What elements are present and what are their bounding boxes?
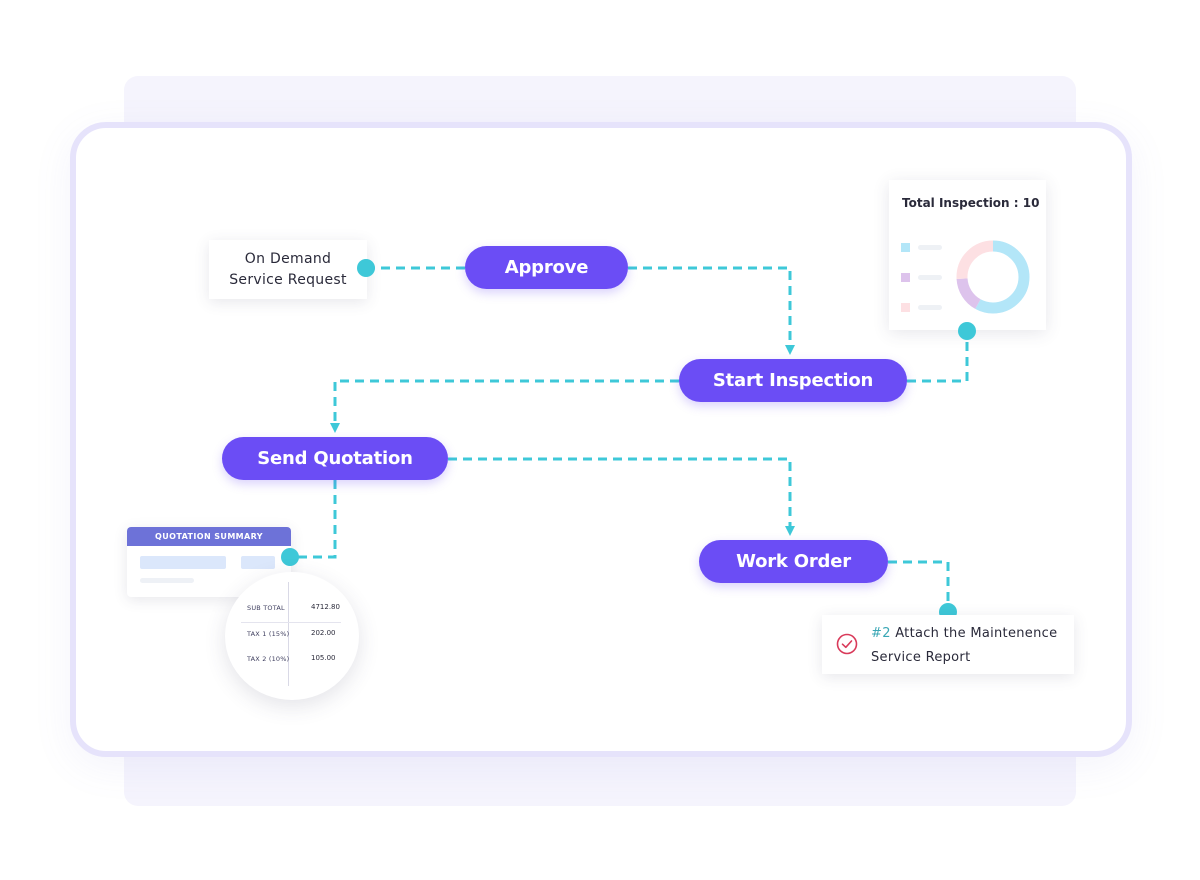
task-card[interactable]: #2 Attach the Maintenence Service Report [822, 615, 1074, 674]
connector-inspection-card [907, 331, 969, 383]
subtotal-value: 4712.80 [311, 603, 340, 611]
task-description: #2 Attach the Maintenence Service Report [871, 622, 1067, 670]
tax1-value: 202.00 [311, 629, 336, 637]
task-line-1: Attach the Maintenence [895, 626, 1058, 641]
legend-swatch-3 [901, 303, 910, 312]
task-line-2: Service Report [871, 650, 971, 665]
approve-button[interactable]: Approve [465, 246, 628, 289]
quotation-header: QUOTATION SUMMARY [127, 527, 291, 546]
tax1-label: TAX 1 (15%) [247, 630, 290, 638]
tax2-label: TAX 2 (10%) [247, 655, 290, 663]
subtotal-label: SUB TOTAL [247, 604, 285, 612]
tax2-value: 105.00 [311, 654, 336, 662]
connector-workorder-task [888, 560, 950, 612]
legend-line-3 [918, 305, 942, 310]
connector-quotation-workorder [448, 457, 795, 536]
totals-row-divider [241, 622, 341, 623]
legend-swatch-2 [901, 273, 910, 282]
start-inspection-button[interactable]: Start Inspection [679, 359, 907, 402]
request-line-1: On Demand [244, 250, 332, 267]
work-order-button[interactable]: Work Order [699, 540, 888, 583]
check-circle-icon [836, 633, 858, 655]
quotation-placeholder-bar [241, 556, 275, 569]
request-line-2: Service Request [229, 271, 347, 288]
service-request-card[interactable]: On Demand Service Request [209, 240, 367, 299]
legend-line-2 [918, 275, 942, 280]
flow-connectors [290, 266, 969, 612]
connector-dot-request [357, 259, 375, 277]
connector-dot-inspection [958, 322, 976, 340]
connector-quotation-card [290, 480, 337, 559]
inspection-summary-card: Total Inspection : 10 [889, 180, 1046, 330]
quotation-totals-circle: SUB TOTAL 4712.80 TAX 1 (15%) 202.00 TAX… [225, 572, 359, 700]
send-quotation-button[interactable]: Send Quotation [222, 437, 448, 480]
legend-swatch-1 [901, 243, 910, 252]
task-number: #2 [871, 626, 891, 641]
quotation-placeholder-line [140, 578, 194, 583]
quotation-placeholder-bar [140, 556, 226, 569]
legend-line-1 [918, 245, 942, 250]
connector-approve-inspection [628, 266, 795, 355]
inspection-donut-chart [956, 240, 1030, 314]
connector-dot-quotation [281, 548, 299, 566]
inspection-title: Total Inspection : 10 [902, 196, 1040, 210]
connector-inspection-quotation [330, 379, 679, 433]
